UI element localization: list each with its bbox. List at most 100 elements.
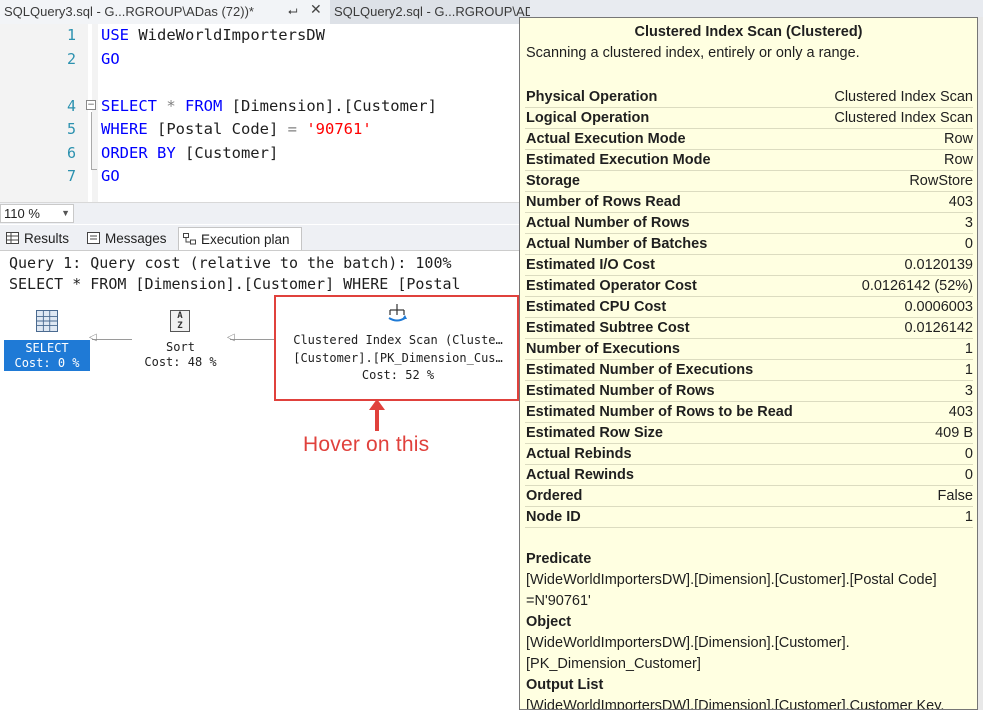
property-value: 1 — [965, 507, 973, 527]
vertical-scrollbar[interactable] — [978, 17, 983, 710]
line-number: 5 — [0, 118, 76, 141]
property-row: Estimated Operator Cost0.0126142 (52%) — [525, 276, 973, 297]
select-node-name: SELECT — [4, 341, 90, 356]
property-name: Node ID — [526, 507, 581, 527]
line-number: 6 — [0, 142, 76, 165]
property-row: Number of Executions1 — [525, 339, 973, 360]
chevron-down-icon[interactable]: ▼ — [61, 205, 70, 222]
property-value: 0.0006003 — [904, 297, 973, 317]
keyword: ORDER BY — [101, 144, 176, 162]
operator: = — [288, 120, 297, 138]
plan-node-sort[interactable]: AZ Sort Cost: 48 % — [133, 307, 228, 371]
property-row: Node ID 1 — [525, 507, 973, 528]
property-name: Physical Operation — [526, 87, 657, 107]
property-value: Clustered Index Scan — [834, 108, 973, 128]
plan-node-clustered-index-scan[interactable]: Clustered Index Scan (Cluste… [Customer]… — [274, 295, 519, 401]
keyword: SELECT — [101, 97, 157, 115]
line-number: 1 — [0, 24, 76, 47]
property-name: Estimated I/O Cost — [526, 255, 655, 275]
predicate-heading: Predicate — [526, 549, 937, 570]
tab-execution-plan[interactable]: Execution plan — [178, 227, 302, 250]
property-name: Estimated Number of Executions — [526, 360, 753, 380]
sql-editor[interactable]: 1 2 4 5 6 7 − USE WideWorldImportersDW G… — [0, 24, 520, 202]
code-line-5[interactable]: WHERE [Postal Code] = '90761' — [101, 118, 372, 141]
property-value: Clustered Index Scan — [834, 87, 973, 107]
object-heading: Object — [526, 612, 850, 633]
code-line-1[interactable]: USE WideWorldImportersDW — [101, 24, 325, 47]
property-value: RowStore — [909, 171, 973, 191]
scan-node-cost: Cost: 52 % — [278, 367, 518, 385]
line-number: 7 — [0, 165, 76, 188]
property-name: Actual Number of Rows — [526, 213, 690, 233]
output-list-section: Output List [WideWorldImportersDW].[Dime… — [526, 675, 944, 710]
property-row: Estimated Number of Rows3 — [525, 381, 973, 402]
operator-tooltip: Clustered Index Scan (Clustered) Scannin… — [519, 17, 978, 710]
tab-messages[interactable]: Messages — [87, 227, 167, 250]
tab-execution-plan-label: Execution plan — [201, 232, 290, 247]
line-number: 4 — [0, 95, 76, 118]
tooltip-title: Clustered Index Scan (Clustered) — [520, 24, 977, 40]
property-row: Actual Rebinds0 — [525, 444, 973, 465]
fold-guide — [91, 112, 92, 170]
property-value: 409 B — [935, 423, 973, 443]
up-arrow-icon — [369, 399, 385, 431]
tab-results[interactable]: Results — [6, 227, 69, 250]
property-name: Estimated Execution Mode — [526, 150, 711, 170]
collapse-icon[interactable]: − — [86, 100, 96, 110]
code-text: [Dimension].[Customer] — [222, 97, 437, 115]
fold-guide-end — [91, 169, 97, 170]
property-value: 3 — [965, 213, 973, 233]
property-row: Estimated CPU Cost0.0006003 — [525, 297, 973, 318]
tab-sqlquery2[interactable]: SQLQuery2.sql - G...RGROUP\ADas (54))* — [330, 0, 530, 24]
tooltip-properties: Physical Operation Clustered Index Scan L… — [525, 87, 973, 528]
code-line-7[interactable]: GO — [101, 165, 120, 188]
object-line: [PK_Dimension_Customer] — [526, 654, 850, 675]
string-literal: '90761' — [297, 120, 372, 138]
tooltip-subtitle: Scanning a clustered index, entirely or … — [526, 45, 860, 61]
property-row: Estimated Row Size 409 B — [525, 423, 973, 444]
tab-sqlquery3-label: SQLQuery3.sql - G...RGROUP\ADas (72))* — [4, 4, 254, 19]
property-row: Physical Operation Clustered Index Scan — [525, 87, 973, 108]
results-tab-bar: Results Messages Execution plan — [0, 225, 520, 251]
plan-arrow — [230, 339, 276, 340]
code-line-4[interactable]: SELECT * FROM [Dimension].[Customer] — [101, 95, 437, 118]
operator: * — [157, 97, 185, 115]
property-name: Actual Rewinds — [526, 465, 634, 485]
property-row: Number of Rows Read 403 — [525, 192, 973, 213]
property-name: Ordered — [526, 486, 582, 506]
tab-results-label: Results — [24, 231, 69, 246]
pin-icon[interactable]: ⮠ — [288, 4, 298, 19]
property-value: 0.0120139 — [904, 255, 973, 275]
property-row: Estimated I/O Cost 0.0120139 — [525, 255, 973, 276]
query-text: SELECT * FROM [Dimension].[Customer] WHE… — [9, 275, 461, 293]
sort-node-name: Sort — [133, 340, 228, 355]
property-name: Estimated Row Size — [526, 423, 663, 443]
plan-node-select[interactable]: SELECT Cost: 0 % — [4, 307, 90, 371]
property-row: StorageRowStore — [525, 171, 973, 192]
tab-sqlquery3[interactable]: SQLQuery3.sql - G...RGROUP\ADas (72))* — [0, 0, 330, 24]
property-value: 0.0126142 — [904, 318, 973, 338]
line-number: 2 — [0, 48, 76, 71]
tab-sqlquery2-label: SQLQuery2.sql - G...RGROUP\ADas (54))* — [334, 4, 530, 19]
code-line-2[interactable]: GO — [101, 48, 120, 71]
zoom-value: 110 % — [4, 206, 40, 221]
sort-node-cost: Cost: 48 % — [133, 355, 228, 370]
sort-icon: AZ — [170, 310, 190, 332]
property-name: Estimated Subtree Cost — [526, 318, 690, 338]
select-result-icon — [36, 310, 58, 332]
property-row: Logical OperationClustered Index Scan — [525, 108, 973, 129]
scan-node-name: Clustered Index Scan (Cluste… — [278, 332, 518, 350]
close-icon[interactable]: ✕ — [310, 2, 322, 18]
predicate-line: [WideWorldImportersDW].[Dimension].[Cust… — [526, 570, 937, 591]
keyword: GO — [101, 50, 120, 68]
property-value: 403 — [949, 192, 973, 212]
property-name: Actual Execution Mode — [526, 129, 686, 149]
code-text: WideWorldImportersDW — [129, 26, 325, 44]
zoom-dropdown[interactable]: 110 % ▼ — [0, 204, 74, 223]
scan-node-object: [Customer].[PK_Dimension_Cus… — [278, 350, 518, 368]
select-node-label: SELECT Cost: 0 % — [4, 340, 90, 371]
property-value: 403 — [949, 402, 973, 422]
keyword: GO — [101, 167, 120, 185]
code-line-6[interactable]: ORDER BY [Customer] — [101, 142, 278, 165]
property-name: Number of Rows Read — [526, 192, 681, 212]
